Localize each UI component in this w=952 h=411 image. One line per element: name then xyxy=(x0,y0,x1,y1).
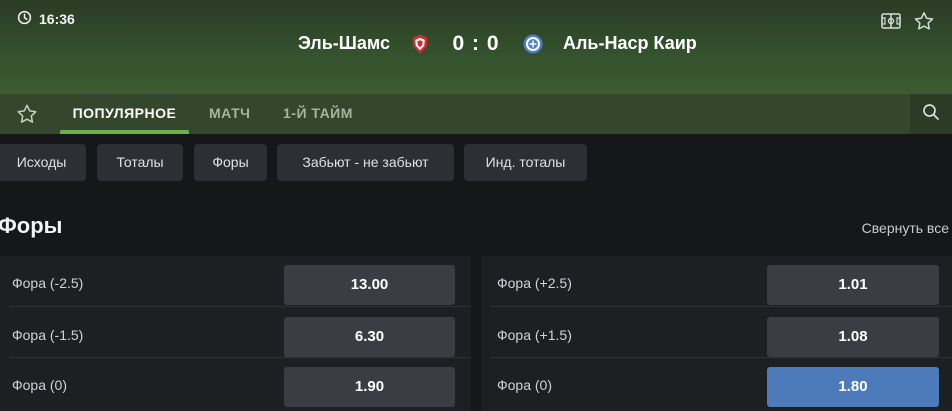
odds-button[interactable]: 1.08 xyxy=(767,317,939,357)
field-icon[interactable] xyxy=(880,11,902,31)
market-row: Фора (-2.5) 13.00 xyxy=(0,256,471,306)
match-time: 16:36 xyxy=(39,11,75,27)
match-score: 0 : 0 xyxy=(452,32,500,55)
away-team-name[interactable]: Аль-Наср Каир xyxy=(563,33,697,54)
chip-both-teams-score[interactable]: Забьют - не забьют xyxy=(277,144,454,181)
odds-button[interactable]: 1.01 xyxy=(767,265,939,305)
chip-outcomes[interactable]: Исходы xyxy=(0,144,86,181)
column-divider xyxy=(471,256,481,411)
market-row: Фора (0) 1.90 xyxy=(0,357,471,408)
clock-icon xyxy=(17,10,32,28)
odds-button[interactable]: 6.30 xyxy=(284,317,455,357)
collapse-all-button[interactable]: Свернуть все xyxy=(862,220,949,236)
market-tabs: ПОПУЛЯРНОЕ МАТЧ 1-Й ТАЙМ xyxy=(0,94,952,134)
odds-button-selected[interactable]: 1.80 xyxy=(767,367,939,407)
tab-match[interactable]: МАТЧ xyxy=(209,94,250,134)
market-row: Фора (-1.5) 6.30 xyxy=(0,306,471,358)
odds-button[interactable]: 13.00 xyxy=(284,265,455,305)
home-team-logo xyxy=(409,33,431,55)
market-label: Фора (-1.5) xyxy=(12,327,84,343)
home-team-name[interactable]: Эль-Шамс xyxy=(298,33,390,54)
row-divider xyxy=(10,306,471,307)
market-row: Фора (0) 1.80 xyxy=(481,357,952,408)
favorites-star-icon[interactable] xyxy=(16,103,38,125)
scoreboard: Эль-Шамс 0 : 0 Аль-Наср Каир xyxy=(0,32,952,56)
chip-individual-totals[interactable]: Инд. тоталы xyxy=(464,144,587,181)
chip-totals[interactable]: Тоталы xyxy=(97,144,183,181)
market-label: Фора (-2.5) xyxy=(12,275,84,291)
row-divider xyxy=(10,357,471,358)
market-row: Фора (+2.5) 1.01 xyxy=(481,256,952,306)
odds-button[interactable]: 1.90 xyxy=(284,367,455,407)
market-row: Фора (+1.5) 1.08 xyxy=(481,306,952,358)
away-team-logo xyxy=(522,33,544,55)
chip-handicaps[interactable]: Форы xyxy=(194,144,267,181)
match-clock: 16:36 xyxy=(17,10,75,28)
betting-match-page: 16:36 Эль-Шамс 0 : 0 Аль-Наср Каир ПОПУЛ… xyxy=(0,0,952,411)
section-title: Форы xyxy=(0,213,63,238)
market-label: Фора (0) xyxy=(497,377,553,393)
handicap-away-column: Фора (+2.5) 1.01 Фора (+1.5) 1.08 Фора (… xyxy=(481,256,952,411)
market-label: Фора (+2.5) xyxy=(497,275,572,291)
tab-popular[interactable]: ПОПУЛЯРНОЕ xyxy=(60,94,189,134)
search-icon xyxy=(922,103,940,126)
favorite-match-star-icon[interactable] xyxy=(913,11,935,31)
search-button[interactable] xyxy=(910,94,952,134)
market-label: Фора (0) xyxy=(12,377,68,393)
match-header: 16:36 Эль-Шамс 0 : 0 Аль-Наср Каир xyxy=(0,0,952,94)
market-label: Фора (+1.5) xyxy=(497,327,572,343)
row-divider xyxy=(491,357,952,358)
row-divider xyxy=(491,306,952,307)
handicap-home-column: Фора (-2.5) 13.00 Фора (-1.5) 6.30 Фора … xyxy=(0,256,471,411)
tab-first-half[interactable]: 1-Й ТАЙМ xyxy=(283,94,353,134)
